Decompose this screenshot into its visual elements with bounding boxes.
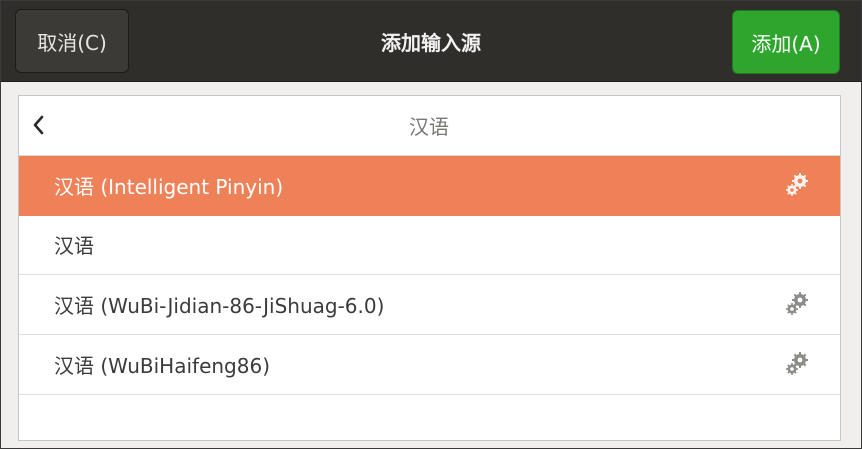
cancel-button[interactable]: 取消(C) — [15, 9, 129, 73]
list-title: 汉语 — [409, 115, 449, 139]
dialog-content: 汉语 汉语 (Intelligent Pinyin) 汉语 汉语 (WuBi-J… — [1, 82, 861, 448]
add-input-source-dialog: 取消(C) 添加输入源 添加(A) 汉语 汉语 (Intelligent Pin… — [0, 0, 862, 449]
list-item[interactable]: 汉语 (WuBiHaifeng86) — [19, 335, 840, 395]
list-item[interactable]: 汉语 (WuBi-Jidian-86-JiShuag-6.0) — [19, 275, 840, 335]
list-item-label: 汉语 (Intelligent Pinyin) — [54, 175, 284, 199]
list-item-label: 汉语 (WuBi-Jidian-86-JiShuag-6.0) — [54, 294, 385, 318]
chevron-left-icon[interactable] — [25, 111, 53, 139]
dialog-title: 添加输入源 — [381, 30, 481, 55]
gears-icon[interactable] — [784, 291, 810, 317]
list-item[interactable]: 汉语 (Intelligent Pinyin) — [19, 156, 840, 216]
list-item-label: 汉语 — [54, 234, 94, 258]
input-source-list: 汉语 汉语 (Intelligent Pinyin) 汉语 汉语 (WuBi-J… — [18, 95, 841, 441]
gears-icon[interactable] — [784, 172, 810, 198]
list-header: 汉语 — [19, 96, 840, 156]
list-item-label: 汉语 (WuBiHaifeng86) — [54, 354, 270, 378]
dialog-header: 取消(C) 添加输入源 添加(A) — [1, 1, 861, 82]
list-item[interactable]: 汉语 — [19, 215, 840, 275]
gears-icon[interactable] — [784, 351, 810, 377]
add-button[interactable]: 添加(A) — [732, 10, 840, 74]
